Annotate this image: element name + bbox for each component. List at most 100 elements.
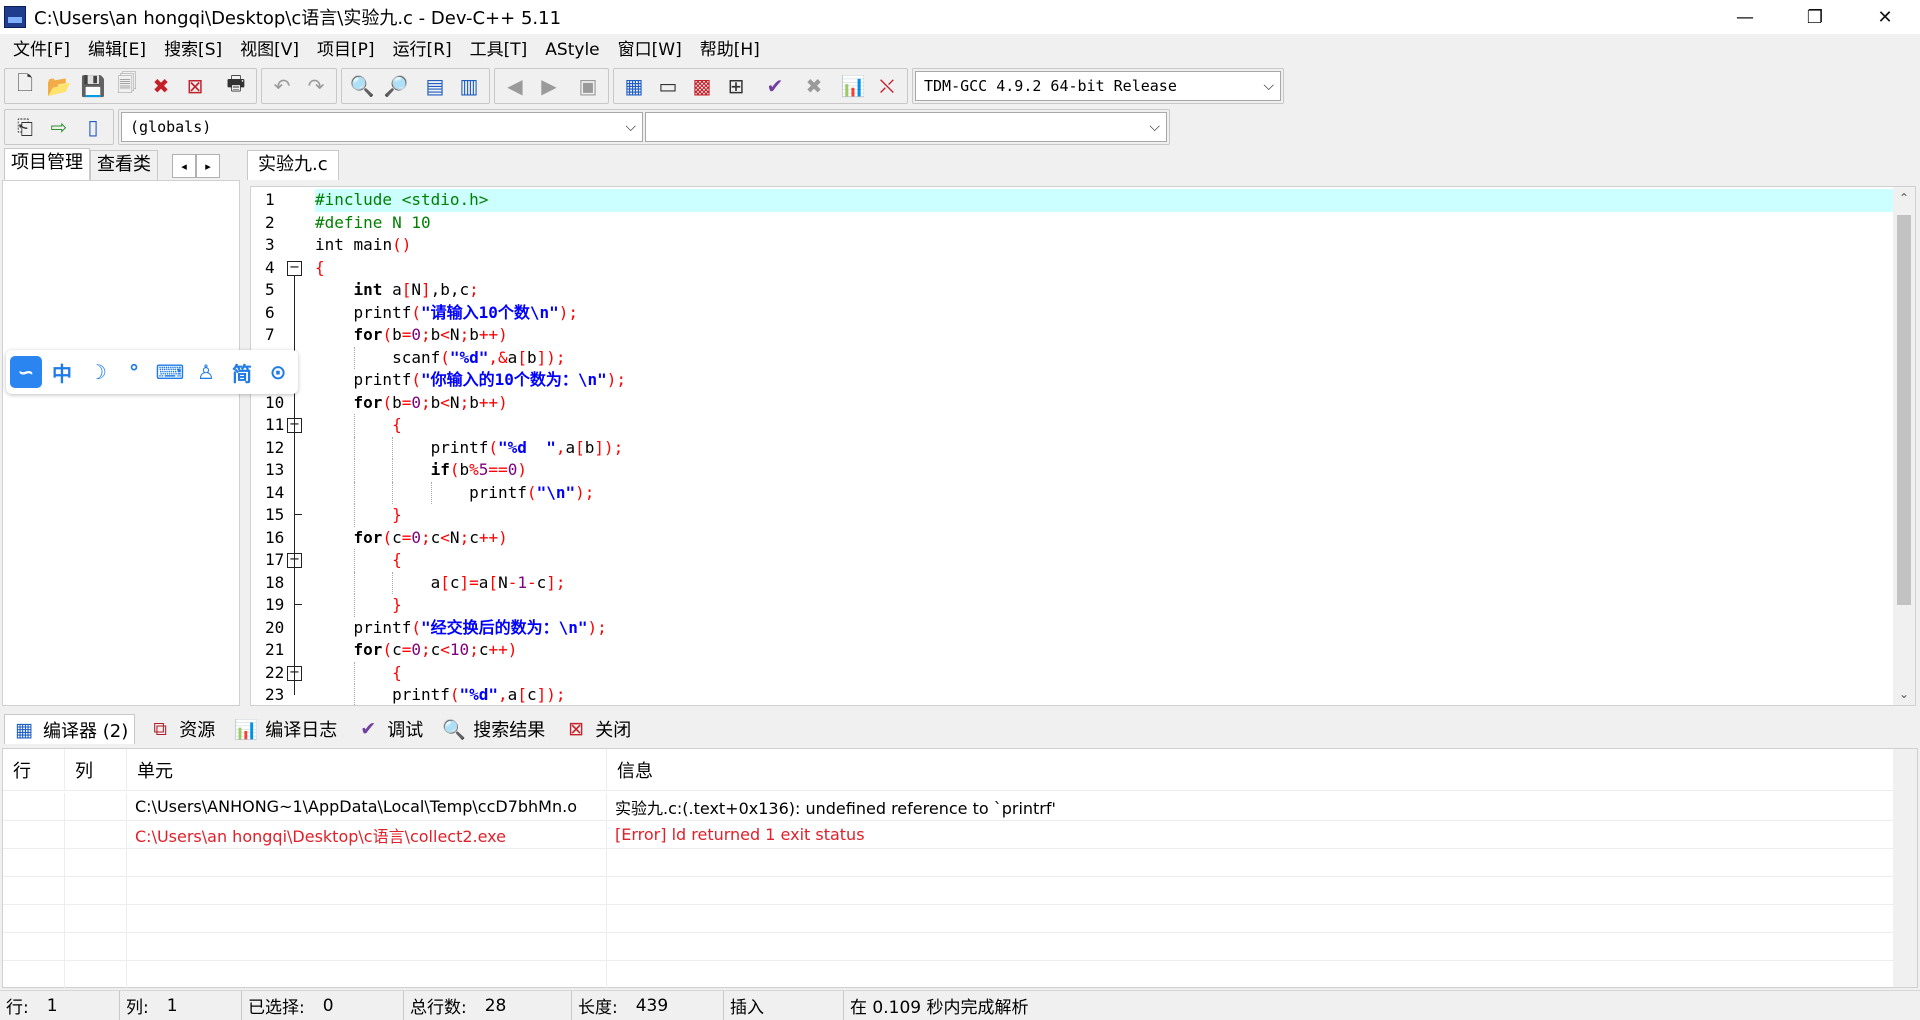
print-icon[interactable]: 🖶 [220,70,252,102]
menu-astyle[interactable]: AStyle [536,34,608,66]
menu-help[interactable]: 帮助[H] [691,34,769,66]
menu-edit[interactable]: 编辑[E] [79,34,155,66]
arrow-right-icon[interactable]: ▸ [196,154,220,178]
table-row[interactable]: C:\Users\ANHONG~1\AppData\Local\Temp\ccD… [3,793,1893,821]
fold-collapse-icon[interactable]: − [287,260,302,276]
messages-vertical-scrollbar[interactable] [1893,749,1917,987]
keyboard-icon[interactable]: ⌨ [154,356,186,388]
close-button[interactable]: ✕ [1850,0,1920,34]
column-header-line[interactable]: 行 [3,749,65,790]
code-line[interactable]: int a[N],b,c; [315,279,1893,302]
code-area[interactable]: #include <stdio.h> #define N 10 int main()… [315,187,1893,705]
menu-run[interactable]: 运行[R] [384,34,461,66]
profile-chart-icon[interactable]: 📊 [837,70,869,102]
menu-window[interactable]: 窗口[W] [609,34,691,66]
indent-icon[interactable]: ▤ [419,70,451,102]
table-row[interactable]: C:\Users\an hongqi\Desktop\c语言\collect2.… [3,821,1893,849]
code-line[interactable]: } [315,594,1893,617]
remove-from-project-icon[interactable]: ▶ [533,70,565,102]
code-line[interactable]: a[c]=a[N-1-c]; [315,572,1893,595]
code-line[interactable]: } [315,504,1893,527]
tab-debug[interactable]: ✔ 调试 [349,714,429,744]
tab-resources[interactable]: ⧉ 资源 [141,714,221,744]
menu-view[interactable]: 视图[V] [231,34,308,66]
code-line[interactable]: #define N 10 [315,212,1893,235]
scope-select[interactable]: (globals) ⌵ [121,112,643,142]
tab-compiler[interactable]: ▦ 编译器 (2) [4,714,136,744]
redo-icon[interactable]: ↷ [300,70,332,102]
code-editor[interactable]: 1234−567891011−121314151617−1819202122−2… [250,186,1916,706]
new-file-icon[interactable]: 🗋 [9,70,41,102]
compile-icon[interactable]: ▦ [618,70,650,102]
menu-project[interactable]: 项目[P] [308,34,384,66]
bookmark-icon[interactable]: ▯ [77,111,109,143]
arrow-left-icon[interactable]: ◂ [172,154,196,178]
code-line[interactable]: for(c=0;c<10;c++) [315,639,1893,662]
compiler-select[interactable]: TDM-GCC 4.9.2 64-bit Release ⌵ [915,71,1281,101]
column-header-message[interactable]: 信息 [607,749,1893,790]
menu-file[interactable]: 文件[F] [4,34,79,66]
tab-search-results[interactable]: 🔍 搜索结果 [435,714,551,744]
code-line[interactable]: for(b=0;b<N;b++) [315,392,1893,415]
open-file-icon[interactable]: 📂 [43,70,75,102]
code-line[interactable]: { [315,549,1893,572]
unindent-icon[interactable]: ▥ [453,70,485,102]
restore-button[interactable]: ❐ [1780,0,1850,34]
close-file-icon[interactable]: ✖ [145,70,177,102]
rebuild-all-icon[interactable]: ⊞ [720,70,752,102]
menu-search[interactable]: 搜索[S] [155,34,231,66]
moon-icon[interactable]: ☽ [82,356,114,388]
code-line[interactable]: printf("经交换后的数为：\n"); [315,617,1893,640]
save-all-icon[interactable]: 🗐 [111,70,143,102]
ime-logo-icon[interactable]: ∽ [10,356,42,388]
code-line[interactable]: printf("%d",a[c]); [315,684,1893,705]
undo-icon[interactable]: ↶ [266,70,298,102]
code-line[interactable]: for(b=0;b<N;b++) [315,324,1893,347]
user-icon[interactable]: ♙ [190,356,222,388]
close-all-icon[interactable]: ⊠ [179,70,211,102]
tab-source-file[interactable]: 实验九.c [247,150,339,180]
minimize-button[interactable]: — [1710,0,1780,34]
find-icon[interactable]: 🔍 [346,70,378,102]
project-options-icon[interactable]: ▣ [572,70,604,102]
scroll-up-icon[interactable]: ⌃ [1893,187,1915,209]
editor-vertical-scrollbar[interactable]: ⌃ ⌄ [1893,187,1915,705]
code-line[interactable]: { [315,662,1893,685]
run-icon[interactable]: ▭ [652,70,684,102]
ime-simplified-mode[interactable]: 简 [226,356,258,388]
tab-project-manager[interactable]: 项目管理 [4,148,90,180]
tab-class-browser[interactable]: 查看类 [90,150,158,180]
code-line[interactable]: int main() [315,234,1893,257]
tab-compile-log[interactable]: 📊 编译日志 [227,714,343,744]
punctuation-icon[interactable]: ° [118,356,150,388]
code-line[interactable]: scanf("%d",&a[b]); [315,347,1893,370]
column-header-col[interactable]: 列 [65,749,127,790]
code-line[interactable]: { [315,257,1893,280]
project-tree[interactable] [2,180,240,706]
settings-icon[interactable]: ⊙ [262,356,294,388]
insert-icon[interactable]: ⎗ [9,111,41,143]
code-line[interactable]: #include <stdio.h> [315,189,1893,212]
code-line[interactable]: if(b%5==0) [315,459,1893,482]
code-line[interactable]: printf("%d ",a[b]); [315,437,1893,460]
tab-close[interactable]: ⊠ 关闭 [557,714,637,744]
editor-scroll-thumb[interactable] [1897,215,1911,605]
stop-execution-icon[interactable]: ✖ [798,70,830,102]
code-line[interactable]: printf("\n"); [315,482,1893,505]
code-line[interactable]: printf("你输入的10个数为：\n"); [315,369,1893,392]
code-line[interactable]: { [315,414,1893,437]
save-icon[interactable]: 💾 [77,70,109,102]
check-syntax-icon[interactable]: ✔ [759,70,791,102]
scroll-down-icon[interactable]: ⌄ [1893,683,1915,705]
function-select[interactable]: ⌵ [645,112,1167,142]
column-header-unit[interactable]: 单元 [127,749,607,790]
code-line[interactable]: for(c=0;c<N;c++) [315,527,1893,550]
goto-icon[interactable]: ⇨ [43,111,75,143]
ime-chinese-mode[interactable]: 中 [46,356,78,388]
compile-run-icon[interactable]: ▩ [686,70,718,102]
delete-profile-icon[interactable]: ⛌ [871,70,903,102]
code-line[interactable]: printf("请输入10个数\n"); [315,302,1893,325]
add-to-project-icon[interactable]: ◀ [499,70,531,102]
replace-icon[interactable]: 🔎 [380,70,412,102]
menu-tools[interactable]: 工具[T] [461,34,537,66]
